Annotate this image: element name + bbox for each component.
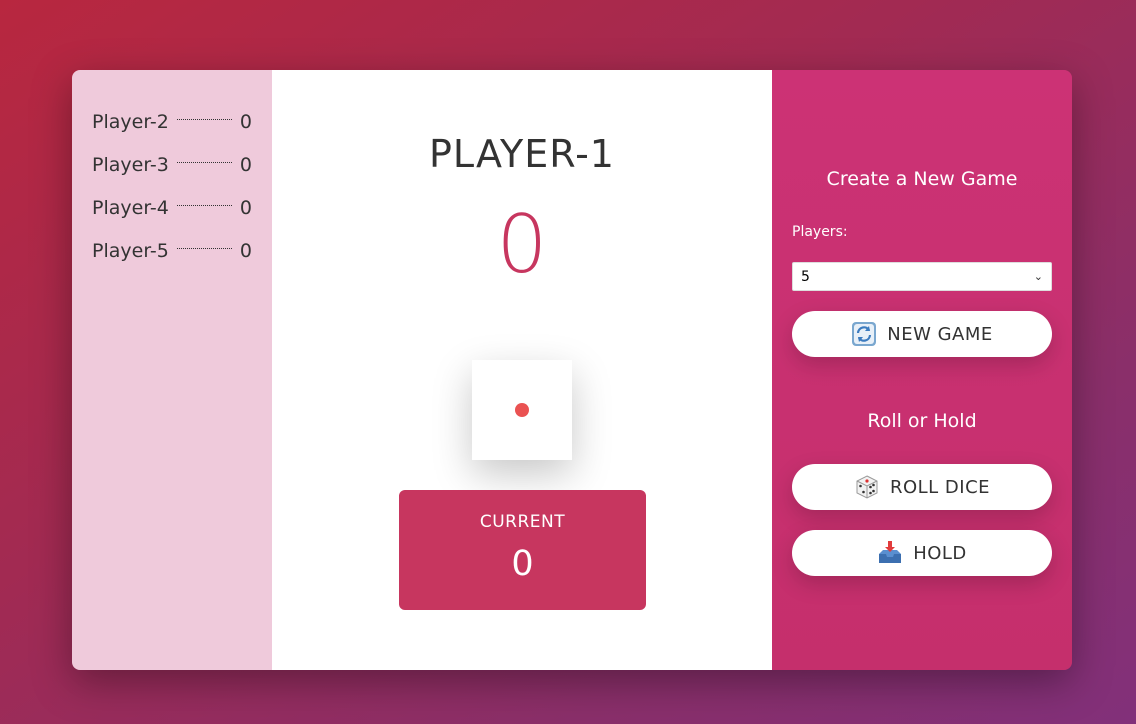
player-score: 0: [239, 153, 252, 176]
player-name: Player-5: [92, 239, 169, 262]
player-score: 0: [239, 110, 252, 133]
dotted-leader: [176, 205, 232, 206]
roll-or-hold-heading: Roll or Hold: [867, 410, 977, 432]
players-select-value: 5: [801, 268, 810, 285]
players-select[interactable]: 5 ⌄: [792, 262, 1052, 291]
player-score: 0: [239, 196, 252, 219]
player-row: Player-5 0: [92, 229, 252, 272]
player-row: Player-3 0: [92, 143, 252, 186]
players-sidebar: Player-2 0 Player-3 0 Player-4 0 Player-…: [72, 70, 272, 670]
game-window: Player-2 0 Player-3 0 Player-4 0 Player-…: [72, 70, 1072, 670]
chevron-down-icon: ⌄: [1033, 270, 1043, 283]
new-game-button[interactable]: NEW GAME: [792, 311, 1052, 357]
current-score-value: 0: [511, 544, 534, 584]
inbox-tray-icon: [877, 540, 903, 566]
dotted-leader: [176, 119, 232, 120]
player-name: Player-4: [92, 196, 169, 219]
new-game-heading: Create a New Game: [826, 168, 1018, 190]
hold-label: HOLD: [913, 542, 967, 564]
new-game-label: NEW GAME: [887, 323, 993, 345]
hold-button[interactable]: HOLD: [792, 530, 1052, 576]
dice: [472, 360, 572, 460]
active-player-name: PLAYER-1: [429, 132, 615, 176]
refresh-icon: [851, 321, 877, 347]
roll-dice-button[interactable]: ROLL DICE: [792, 464, 1052, 510]
current-score-box: CURRENT 0: [399, 490, 646, 610]
roll-dice-label: ROLL DICE: [889, 476, 991, 498]
dotted-leader: [176, 248, 232, 249]
active-player-panel: PLAYER-1 0 CURRENT 0: [272, 70, 772, 670]
current-score-label: CURRENT: [479, 512, 566, 532]
players-label: Players:: [792, 224, 848, 240]
player-name: Player-2: [92, 110, 169, 133]
dotted-leader: [176, 162, 232, 163]
player-row: Player-4 0: [92, 186, 252, 229]
player-score: 0: [239, 239, 252, 262]
dice-pip: [515, 403, 529, 417]
active-player-total-score: 0: [496, 198, 548, 291]
player-name: Player-3: [92, 153, 169, 176]
controls-panel: Create a New Game Players: 5 ⌄ NEW GAME …: [772, 70, 1072, 670]
dice-icon: [854, 474, 880, 500]
player-row: Player-2 0: [92, 100, 252, 143]
